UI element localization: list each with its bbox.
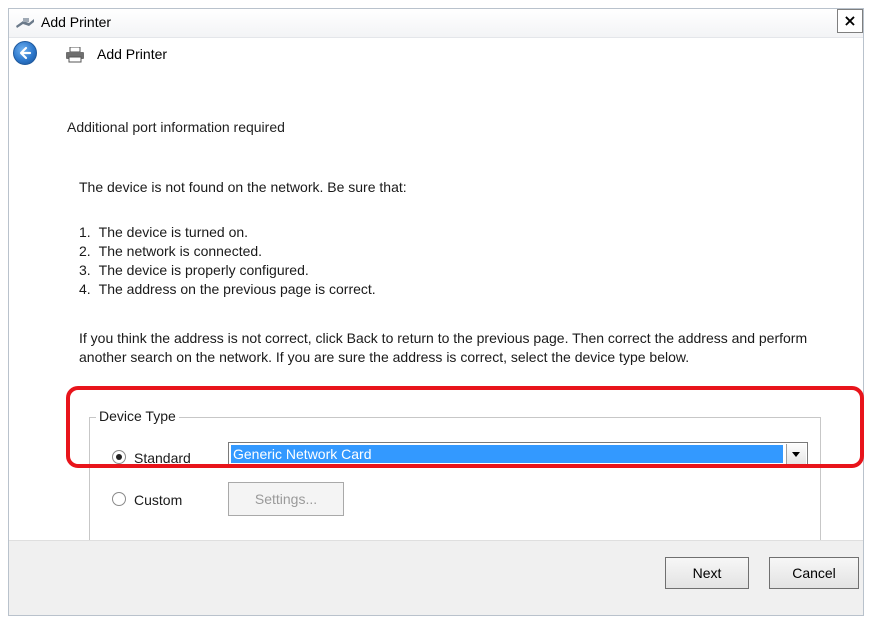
next-button[interactable]: Next bbox=[665, 557, 749, 589]
page-heading: Additional port information required bbox=[67, 119, 285, 135]
printer-icon bbox=[65, 46, 85, 63]
checklist-item: 1. The device is turned on. bbox=[79, 224, 249, 240]
explanation-text: If you think the address is not correct,… bbox=[79, 330, 808, 365]
custom-label: Custom bbox=[134, 492, 183, 508]
custom-radio[interactable] bbox=[112, 492, 126, 506]
add-printer-window: Add Printer × Add Printer Additional por… bbox=[8, 8, 864, 616]
back-button[interactable] bbox=[13, 41, 37, 65]
checklist-item: 2. The network is connected. bbox=[79, 243, 263, 259]
checklist: 1. The device is turned on. 2. The netwo… bbox=[79, 223, 376, 299]
intro-text: The device is not found on the network. … bbox=[79, 179, 407, 195]
back-arrow-icon bbox=[19, 46, 32, 60]
wizard-title: Add Printer bbox=[97, 46, 168, 62]
custom-option[interactable]: Custom bbox=[112, 492, 182, 508]
checklist-item: 3. The device is properly configured. bbox=[79, 262, 309, 278]
close-button[interactable]: × bbox=[837, 9, 863, 33]
title-bar: Add Printer × bbox=[9, 9, 863, 38]
checklist-item: 4. The address on the previous page is c… bbox=[79, 281, 376, 297]
button-bar: Next Cancel bbox=[9, 540, 863, 615]
printer-wizard-icon bbox=[15, 15, 35, 31]
nav-bar: Add Printer bbox=[9, 37, 863, 71]
window-title: Add Printer bbox=[41, 14, 112, 30]
highlight-annotation bbox=[66, 386, 864, 468]
settings-button[interactable]: Settings... bbox=[228, 482, 344, 516]
cancel-button[interactable]: Cancel bbox=[769, 557, 859, 589]
